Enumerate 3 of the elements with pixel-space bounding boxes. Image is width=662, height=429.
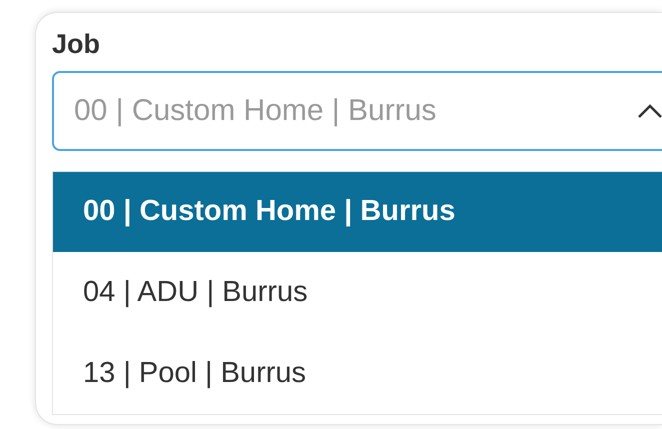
dropdown-option[interactable]: 00 | Custom Home | Burrus — [53, 172, 662, 252]
field-label: Job — [52, 28, 100, 61]
job-select[interactable]: 00 | Custom Home | Burrus — [52, 71, 662, 151]
